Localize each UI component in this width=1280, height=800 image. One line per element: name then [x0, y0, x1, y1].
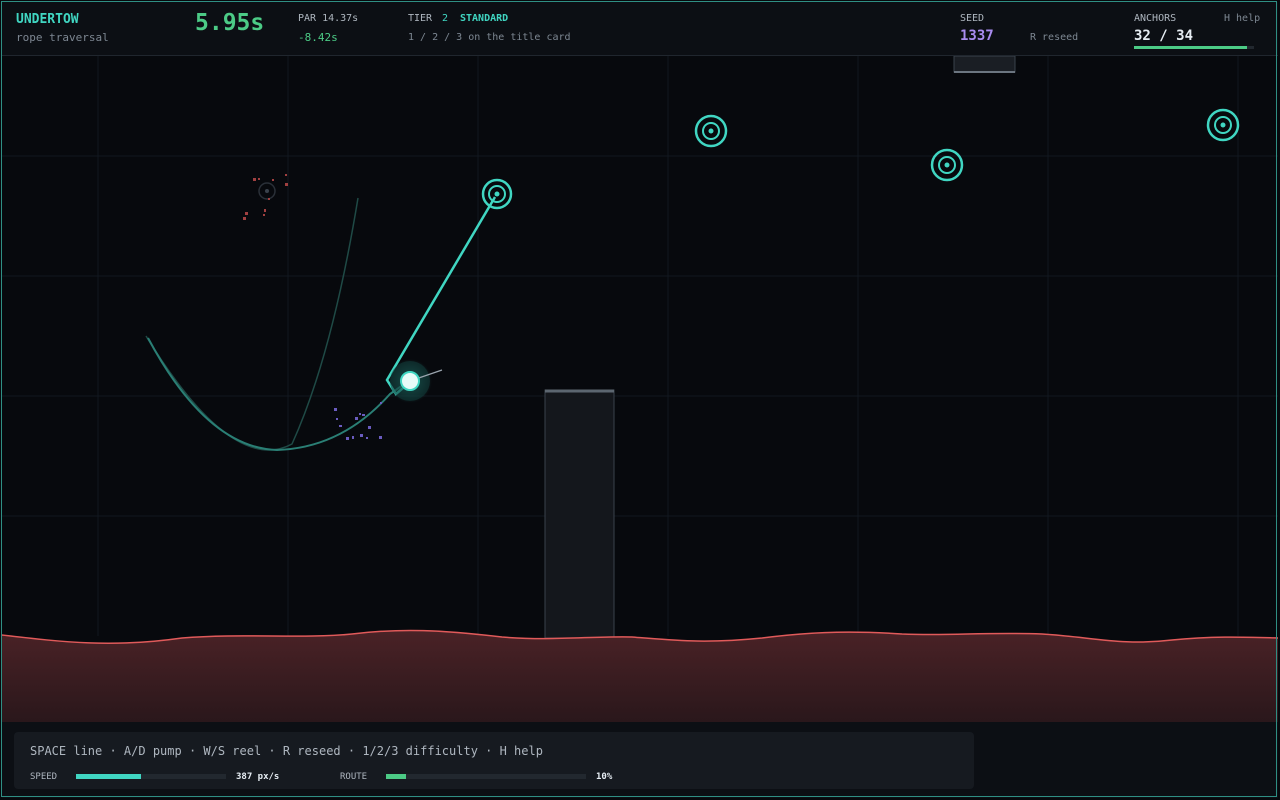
anchors-label: ANCHORS	[1134, 13, 1177, 24]
par-time: PAR 14.37s	[298, 13, 359, 24]
motion-trail	[145, 197, 359, 451]
anchors-progress-bar	[1134, 46, 1254, 49]
footer-area: SPACE line · A/D pump · W/S reel · R res…	[2, 722, 1278, 798]
route-bar	[386, 774, 586, 779]
background-grid	[2, 56, 1278, 636]
scene-svg	[1, 55, 1279, 722]
route-bar-fill	[386, 774, 406, 779]
anchor-icon[interactable]	[930, 148, 964, 182]
game-subtitle: rope traversal	[16, 31, 109, 44]
game-canvas[interactable]	[1, 55, 1279, 722]
tier-label: TIER	[408, 13, 433, 24]
help-hint: H help	[1224, 13, 1261, 24]
anchors-count: 32 / 34	[1134, 28, 1194, 44]
hud-bar: UNDERTOW rope traversal 5.95s PAR 14.37s…	[2, 2, 1278, 56]
debris-particles	[243, 174, 288, 220]
reseed-hint: R reseed	[1030, 32, 1079, 43]
speed-bar	[76, 774, 226, 779]
route-value: 10%	[596, 772, 613, 782]
speed-bar-fill	[76, 774, 141, 779]
anchor-icon[interactable]	[1206, 108, 1240, 142]
route-label: ROUTE	[340, 772, 368, 782]
seed-value: 1337	[960, 28, 994, 44]
controls-hint: SPACE line · A/D pump · W/S reel · R res…	[30, 744, 543, 758]
tier-hint: 1 / 2 / 3 on the title card	[408, 32, 571, 43]
stone-pillar	[544, 389, 615, 639]
anchors-progress-fill	[1134, 46, 1247, 49]
controls-panel: SPACE line · A/D pump · W/S reel · R res…	[14, 732, 974, 789]
par-delta: -8.42s	[298, 31, 338, 44]
rising-water	[1, 629, 1279, 722]
game-title: UNDERTOW	[16, 12, 79, 27]
tier-number: 2	[442, 13, 449, 24]
anchor-icon[interactable]	[694, 114, 728, 148]
active-anchor-icon[interactable]	[481, 178, 513, 210]
ceiling-block	[953, 55, 1016, 73]
speed-label: SPEED	[30, 772, 58, 782]
seed-label: SEED	[960, 13, 985, 24]
run-timer: 5.95s	[195, 10, 265, 36]
tier-name: STANDARD	[460, 13, 509, 24]
used-anchor-icon	[258, 182, 276, 200]
speed-value: 387 px/s	[236, 772, 280, 782]
